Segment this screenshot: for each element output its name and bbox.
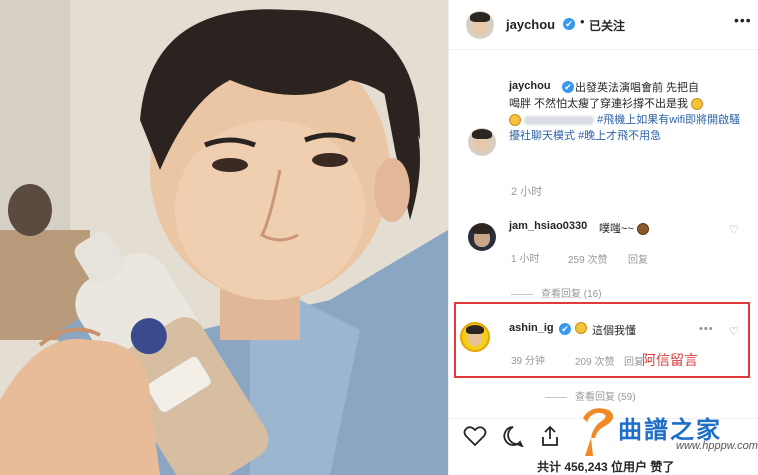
author-username[interactable]: jaychou	[506, 17, 555, 32]
header-separator: •	[580, 14, 585, 29]
emoji-icon	[636, 223, 649, 236]
comment-avatar[interactable]	[460, 322, 490, 352]
caption-text-1: 出發英法演唱會前 先把自	[575, 82, 700, 94]
photo-illustration	[0, 0, 448, 475]
caption-avatar[interactable]	[468, 128, 496, 156]
comment-like-count[interactable]: 209 次赞	[575, 353, 614, 368]
caption-timestamp: 2 小时	[511, 186, 543, 198]
comment-reply-button[interactable]: 回复	[624, 353, 644, 368]
emoji-icon	[509, 114, 521, 127]
redacted-mention	[524, 115, 595, 125]
comment-avatar[interactable]	[468, 223, 496, 251]
verified-badge-icon: ✔	[559, 323, 571, 335]
comment-more-icon[interactable]: •••	[699, 323, 714, 335]
comment-timestamp: 39 分钟	[511, 356, 545, 367]
share-icon[interactable]	[539, 425, 561, 447]
comment-like-heart-icon[interactable]: ♡	[729, 223, 739, 236]
post-header: jaychou ✔ • 已关注 •••	[449, 0, 758, 50]
follow-status-button[interactable]: 已关注	[589, 17, 625, 34]
verified-badge-icon: ✔	[562, 81, 574, 93]
comment-text: 噗嗤~~	[599, 220, 649, 236]
annotation-label: 阿信留言	[642, 352, 698, 368]
comment-username[interactable]: ashin_ig	[509, 322, 554, 334]
comment-timestamp: 1 小时	[511, 254, 540, 265]
post-photo[interactable]	[0, 0, 448, 475]
comment-reply-button[interactable]: 回复	[628, 251, 648, 266]
comment-like-count[interactable]: 259 次赞	[568, 251, 607, 266]
more-options-icon[interactable]: •••	[734, 12, 752, 28]
comment-like-heart-icon[interactable]: ♡	[729, 325, 739, 338]
verified-badge-icon: ✔	[563, 18, 575, 30]
heart-icon[interactable]	[463, 425, 487, 447]
emoji-icon	[691, 98, 704, 111]
likes-count-text[interactable]: 共计 456,243 位用户 赞了	[537, 458, 674, 475]
watermark-url: www.hpppw.com	[676, 440, 758, 452]
caption-text-2: 喝胖 不然怕太瘦了穿連衫撐不出是我	[509, 98, 689, 110]
caption-username[interactable]: jaychou	[509, 80, 551, 92]
comment-icon[interactable]	[501, 425, 525, 447]
view-replies-button[interactable]: 查看回复 (16)	[511, 285, 602, 300]
author-avatar[interactable]	[466, 11, 494, 39]
caption-hashtag-2[interactable]: #晚上才飛不用急	[578, 130, 661, 142]
comment-username[interactable]: jam_hsiao0330	[509, 220, 587, 232]
emoji-icon	[575, 322, 587, 334]
comment-text: 這個我懂	[592, 325, 636, 337]
